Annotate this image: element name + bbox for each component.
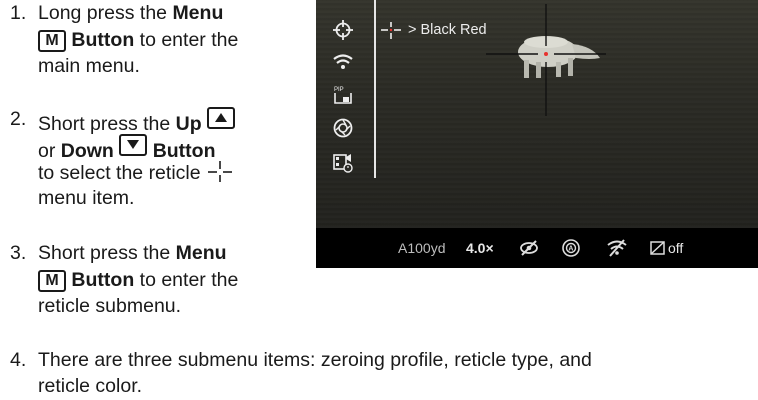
- step-text-line: Long press the Menu: [38, 1, 223, 26]
- step-3: 3. Short press the Menu M Button to ente…: [10, 241, 310, 321]
- wifi-menu-icon[interactable]: [330, 51, 356, 73]
- video-settings-icon: [333, 154, 353, 173]
- button-label: Button: [71, 269, 135, 291]
- step-text-line: reticle submenu.: [38, 295, 182, 317]
- up-label: Up: [175, 113, 202, 135]
- submenu-value: > Black Red: [408, 22, 487, 38]
- reticle-menu-icon[interactable]: [330, 19, 356, 41]
- pip-icon: PIP: [334, 87, 352, 104]
- small-reticle-icon: [381, 22, 401, 39]
- aperture-menu-icon[interactable]: [330, 117, 356, 139]
- step-text-line: M Button to enter the: [38, 268, 238, 293]
- down-arrow-icon: [127, 140, 140, 149]
- wifi-icon: [333, 54, 353, 69]
- step-text-line: reticle color.: [38, 375, 143, 397]
- reticle-overlay: [486, 4, 606, 116]
- down-label: Down: [60, 140, 114, 162]
- step-4: 4. There are three submenu items: zeroin…: [10, 348, 758, 400]
- step-text: to select the reticle: [38, 162, 201, 184]
- up-arrow-icon: [215, 113, 228, 122]
- menu-label: Menu: [175, 242, 227, 264]
- menu-sidebar-line: [374, 0, 376, 178]
- up-key: [207, 107, 236, 129]
- step-text-line: to select the reticle: [38, 160, 234, 186]
- step-number: 4.: [10, 349, 27, 371]
- step-text-line: menu item.: [38, 187, 135, 209]
- step-text: Short press the: [38, 242, 176, 264]
- crosshair-icon: [333, 20, 353, 40]
- svg-text:PIP: PIP: [334, 87, 344, 93]
- step-text: to enter the: [134, 29, 239, 51]
- status-bar: A100yd 4.0× A off: [316, 228, 758, 268]
- step-text-line: M Button to enter the: [38, 28, 238, 53]
- svg-text:A: A: [568, 246, 573, 253]
- pip-menu-icon[interactable]: PIP: [330, 84, 356, 106]
- pip-status-text: off: [668, 240, 684, 256]
- step-text-line: Short press the Menu: [38, 241, 227, 266]
- step-text-line: There are three submenu items: zeroing p…: [38, 349, 592, 371]
- step-text-line: Short press the Up: [38, 107, 236, 137]
- step-number: 3.: [10, 242, 27, 264]
- step-text: Short press the: [38, 113, 176, 135]
- eye-off-icon: [519, 228, 539, 268]
- zoom-readout: 4.0×: [466, 240, 494, 256]
- menu-label: Menu: [172, 2, 224, 24]
- device-screen: PIP > Black Red A100yd 4.0× A off: [316, 0, 758, 268]
- circle-a-icon: A: [561, 228, 581, 268]
- step-1: 1. Long press the Menu M Button to enter…: [10, 1, 310, 81]
- wifi-off-icon: [606, 228, 628, 268]
- step-number: 1.: [10, 2, 27, 24]
- menu-key: M: [38, 30, 66, 52]
- step-text: to enter the: [134, 269, 239, 291]
- button-label: Button: [71, 29, 135, 51]
- aperture-icon: [333, 118, 353, 138]
- distance-readout: A100yd: [398, 240, 446, 256]
- step-2: 2. Short press the Up or Down Button to …: [10, 107, 310, 217]
- reticle-submenu-item[interactable]: > Black Red: [380, 21, 487, 39]
- pip-status: off: [650, 228, 683, 268]
- reticle-icon: [208, 161, 233, 182]
- pip-off-icon: [650, 241, 665, 255]
- step-text: Long press the: [38, 2, 173, 24]
- down-key: [119, 134, 148, 156]
- button-label: Button: [152, 140, 216, 162]
- step-text: or: [38, 140, 61, 162]
- video-settings-menu-icon[interactable]: [330, 152, 356, 174]
- step-number: 2.: [10, 108, 27, 130]
- menu-key: M: [38, 270, 66, 292]
- step-text-line: main menu.: [38, 55, 140, 77]
